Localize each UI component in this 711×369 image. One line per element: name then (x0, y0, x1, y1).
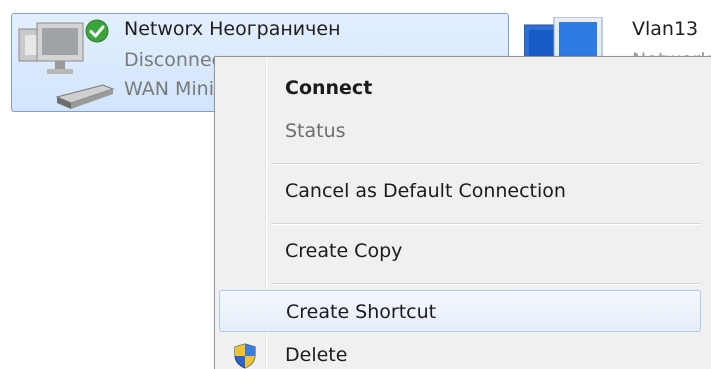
network-connections-window: Networx Неограничен Disconnected WAN Min… (0, 0, 711, 369)
menu-item-status[interactable]: Status (219, 110, 701, 152)
menu-separator (271, 223, 701, 225)
menu-separator (271, 283, 701, 285)
menu-item-label: Connect (285, 77, 373, 99)
menu-item-label: Create Shortcut (286, 301, 437, 323)
menu-item-delete[interactable]: Delete (219, 334, 701, 369)
menu-item-label: Create Copy (285, 240, 403, 262)
menu-item-cancel-default[interactable]: Cancel as Default Connection (219, 170, 701, 212)
context-menu: Connect Status Cancel as Default Connect… (214, 56, 711, 369)
green-check-default-icon (85, 19, 109, 43)
connection-status: Disconnected (124, 49, 216, 71)
menu-separator (271, 163, 701, 165)
menu-item-create-copy[interactable]: Create Copy (219, 230, 701, 272)
connection-name: Networx Неограничен (124, 18, 341, 40)
menu-item-label: Status (285, 120, 346, 142)
connection-name[interactable]: Vlan13 (632, 18, 698, 40)
menu-item-label: Delete (285, 344, 348, 366)
uac-shield-icon (234, 343, 256, 369)
menu-item-create-shortcut[interactable]: Create Shortcut (219, 290, 701, 332)
menu-item-connect[interactable]: Connect (219, 67, 701, 109)
connection-device: WAN Miniport (124, 78, 216, 100)
menu-item-label: Cancel as Default Connection (285, 180, 566, 202)
